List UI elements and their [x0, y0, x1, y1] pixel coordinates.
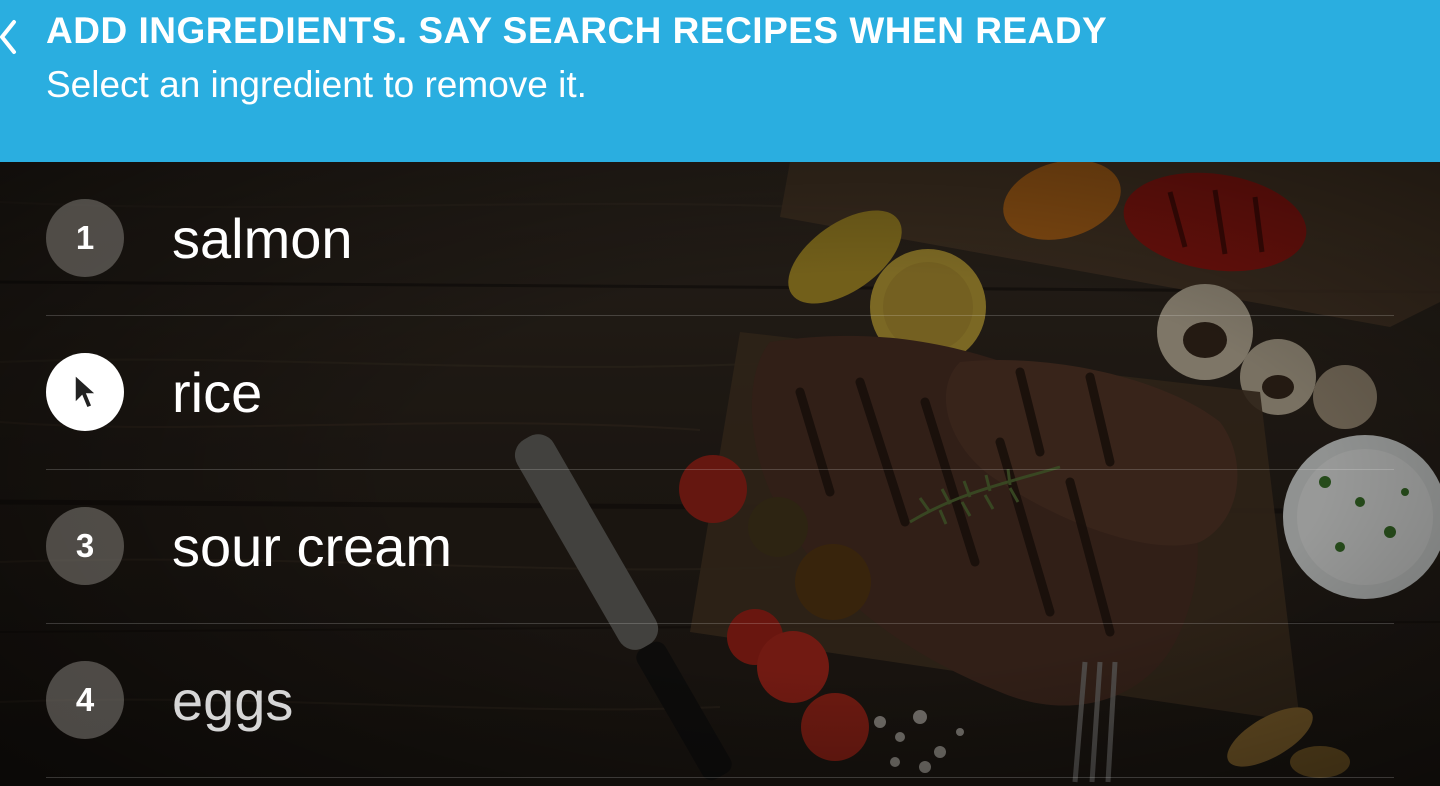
page-title: ADD INGREDIENTS. SAY SEARCH RECIPES WHEN…: [46, 10, 1108, 51]
ingredient-item-salmon[interactable]: 1 salmon: [46, 162, 1394, 316]
ingredient-label: salmon: [172, 207, 353, 270]
item-number-badge: 4: [46, 661, 124, 739]
ingredient-list: 1 salmon rice 3 sour cream 4 eggs: [0, 162, 1440, 786]
ingredient-item-rice[interactable]: rice: [46, 316, 1394, 470]
item-number-badge-selected: [46, 353, 124, 431]
page-subtitle: Select an ingredient to remove it.: [46, 64, 587, 105]
back-button[interactable]: [0, 14, 22, 60]
ingredient-list-screen: ADD INGREDIENTS. SAY SEARCH RECIPES WHEN…: [0, 0, 1440, 786]
item-number-badge: 3: [46, 507, 124, 585]
chevron-left-icon: [0, 20, 16, 54]
pointer-cursor-icon: [74, 373, 98, 409]
header-bar: ADD INGREDIENTS. SAY SEARCH RECIPES WHEN…: [0, 0, 1440, 162]
item-number-badge: 1: [46, 199, 124, 277]
ingredient-item-eggs[interactable]: 4 eggs: [46, 624, 1394, 778]
ingredient-label: sour cream: [172, 515, 453, 578]
row-divider: [46, 777, 1394, 778]
ingredient-item-sour-cream[interactable]: 3 sour cream: [46, 470, 1394, 624]
ingredient-label: rice: [172, 361, 263, 424]
ingredient-label: eggs: [172, 669, 294, 732]
